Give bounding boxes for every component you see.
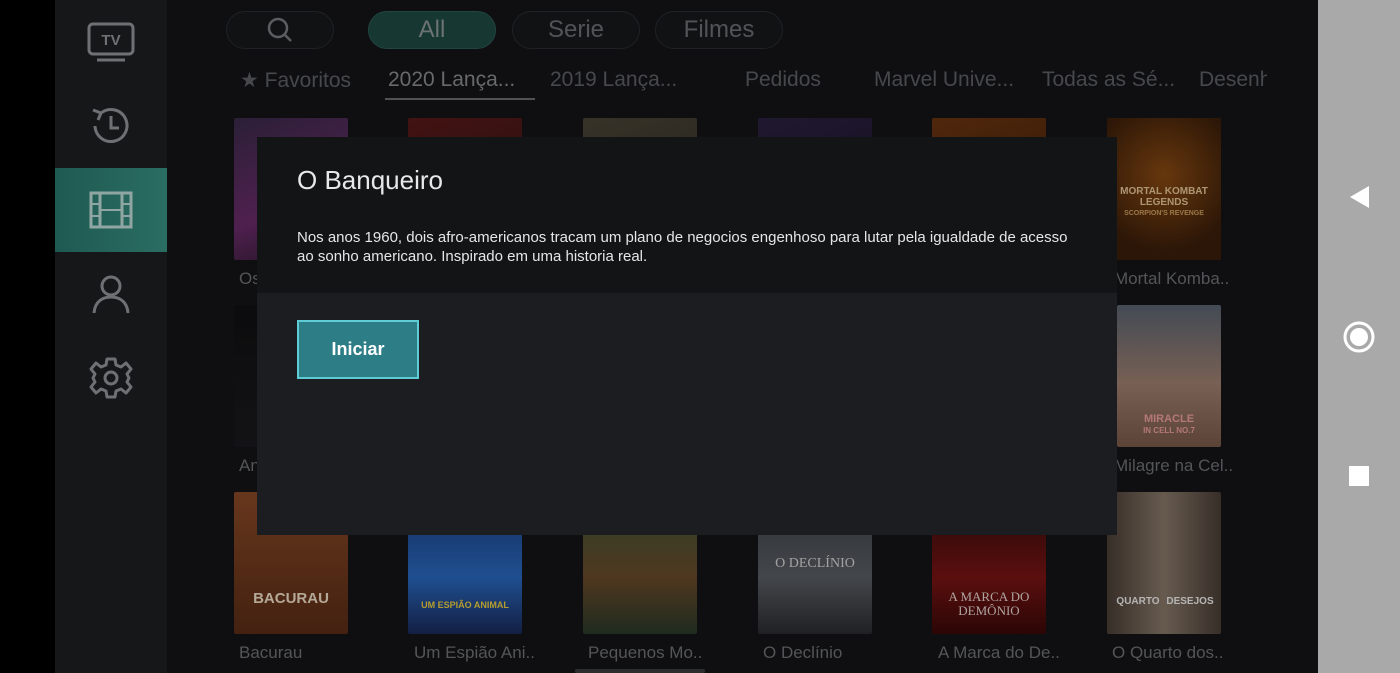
category-underline <box>385 98 535 100</box>
search-icon <box>267 17 292 42</box>
category-2019[interactable]: 2019 Lança... <box>550 68 677 98</box>
poster-text: DESEJOS <box>1166 596 1214 607</box>
category-marvel[interactable]: Marvel Unive... <box>874 68 1014 98</box>
poster-text: SCORPION'S REVENGE <box>1124 210 1204 217</box>
tab-serie-label: Serie <box>547 16 605 43</box>
movie-title: Um Espião Ani.. <box>414 643 535 662</box>
sidebar-item-movies[interactable] <box>55 168 167 252</box>
category-pedidos[interactable]: Pedidos <box>745 68 821 98</box>
category-2020[interactable]: 2020 Lança... <box>388 68 515 98</box>
category-favoritos[interactable]: ★ Favoritos <box>240 68 351 98</box>
tab-filmes[interactable]: Filmes <box>655 11 783 49</box>
start-button[interactable]: Iniciar <box>297 320 419 379</box>
left-gutter <box>0 0 55 673</box>
movie-poster-quarto-desejos[interactable]: QUARTO DESEJOS <box>1107 492 1221 634</box>
poster-text: O DECLÍNIO <box>775 556 855 571</box>
movie-title: Pequenos Mo.. <box>588 643 703 662</box>
back-icon <box>1350 186 1369 208</box>
sidebar-item-history[interactable] <box>55 84 167 168</box>
tab-all[interactable]: All <box>368 11 496 49</box>
tab-filmes-label: Filmes <box>683 16 755 43</box>
search-button[interactable] <box>226 11 334 49</box>
movie-detail-dialog: O Banqueiro Nos anos 1960, dois afro-ame… <box>257 137 1117 535</box>
poster-text: MIRACLE <box>1143 413 1195 425</box>
poster-text: BACURAU <box>253 590 329 607</box>
user-icon <box>92 275 130 314</box>
recents-icon <box>1349 466 1369 486</box>
tab-serie[interactable]: Serie <box>512 11 640 49</box>
app-window: TV All Serie Filmes ★ Favoritos 2020 Lan… <box>0 0 1400 673</box>
poster-text: MORTAL KOMBAT <box>1120 186 1208 197</box>
sidebar-item-tv[interactable]: TV <box>55 0 167 84</box>
dialog-header: O Banqueiro Nos anos 1960, dois afro-ame… <box>257 137 1117 293</box>
movie-title: Bacurau <box>239 643 303 662</box>
movie-title: Mortal Komba.. <box>1114 269 1230 288</box>
dialog-title: O Banqueiro <box>297 165 443 195</box>
movie-poster-mortal-kombat[interactable]: MORTAL KOMBAT LEGENDS SCORPION'S REVENGE <box>1107 118 1221 260</box>
home-button[interactable] <box>1339 317 1379 357</box>
poster-text: IN CELL NO.7 <box>1143 426 1195 435</box>
movie-title: O Declínio <box>763 643 843 662</box>
sidebar: TV <box>55 0 167 673</box>
category-todas-series[interactable]: Todas as Sé... <box>1042 68 1175 98</box>
movie-title: O Quarto dos.. <box>1112 643 1224 662</box>
tab-all-label: All <box>418 16 446 43</box>
category-desenhos[interactable]: Desenh <box>1199 68 1267 98</box>
sidebar-item-account[interactable] <box>55 252 167 336</box>
movie-title: A Marca do De.. <box>938 643 1060 662</box>
poster-text: UM ESPIÃO ANIMAL <box>421 600 509 610</box>
recents-button[interactable] <box>1339 456 1379 496</box>
film-icon <box>89 191 133 229</box>
poster-text: LEGENDS <box>1139 197 1189 208</box>
poster-text: A MARCA DO DEMÔNIO <box>948 589 1030 618</box>
poster-text: QUARTO <box>1116 596 1160 607</box>
movie-poster-milagre[interactable]: MIRACLE IN CELL NO.7 <box>1117 305 1221 447</box>
movie-title: Milagre na Cel.. <box>1114 456 1234 475</box>
system-nav-bar <box>1318 0 1400 673</box>
home-icon <box>1343 321 1375 353</box>
sidebar-item-settings[interactable] <box>55 336 167 420</box>
back-button[interactable] <box>1339 177 1379 217</box>
scroll-indicator <box>575 669 705 673</box>
history-icon <box>92 108 129 143</box>
dialog-description: Nos anos 1960, dois afro-americanos trac… <box>297 229 1068 265</box>
tv-icon: TV <box>87 22 135 62</box>
svg-text:TV: TV <box>101 32 120 49</box>
gear-icon <box>89 357 133 399</box>
